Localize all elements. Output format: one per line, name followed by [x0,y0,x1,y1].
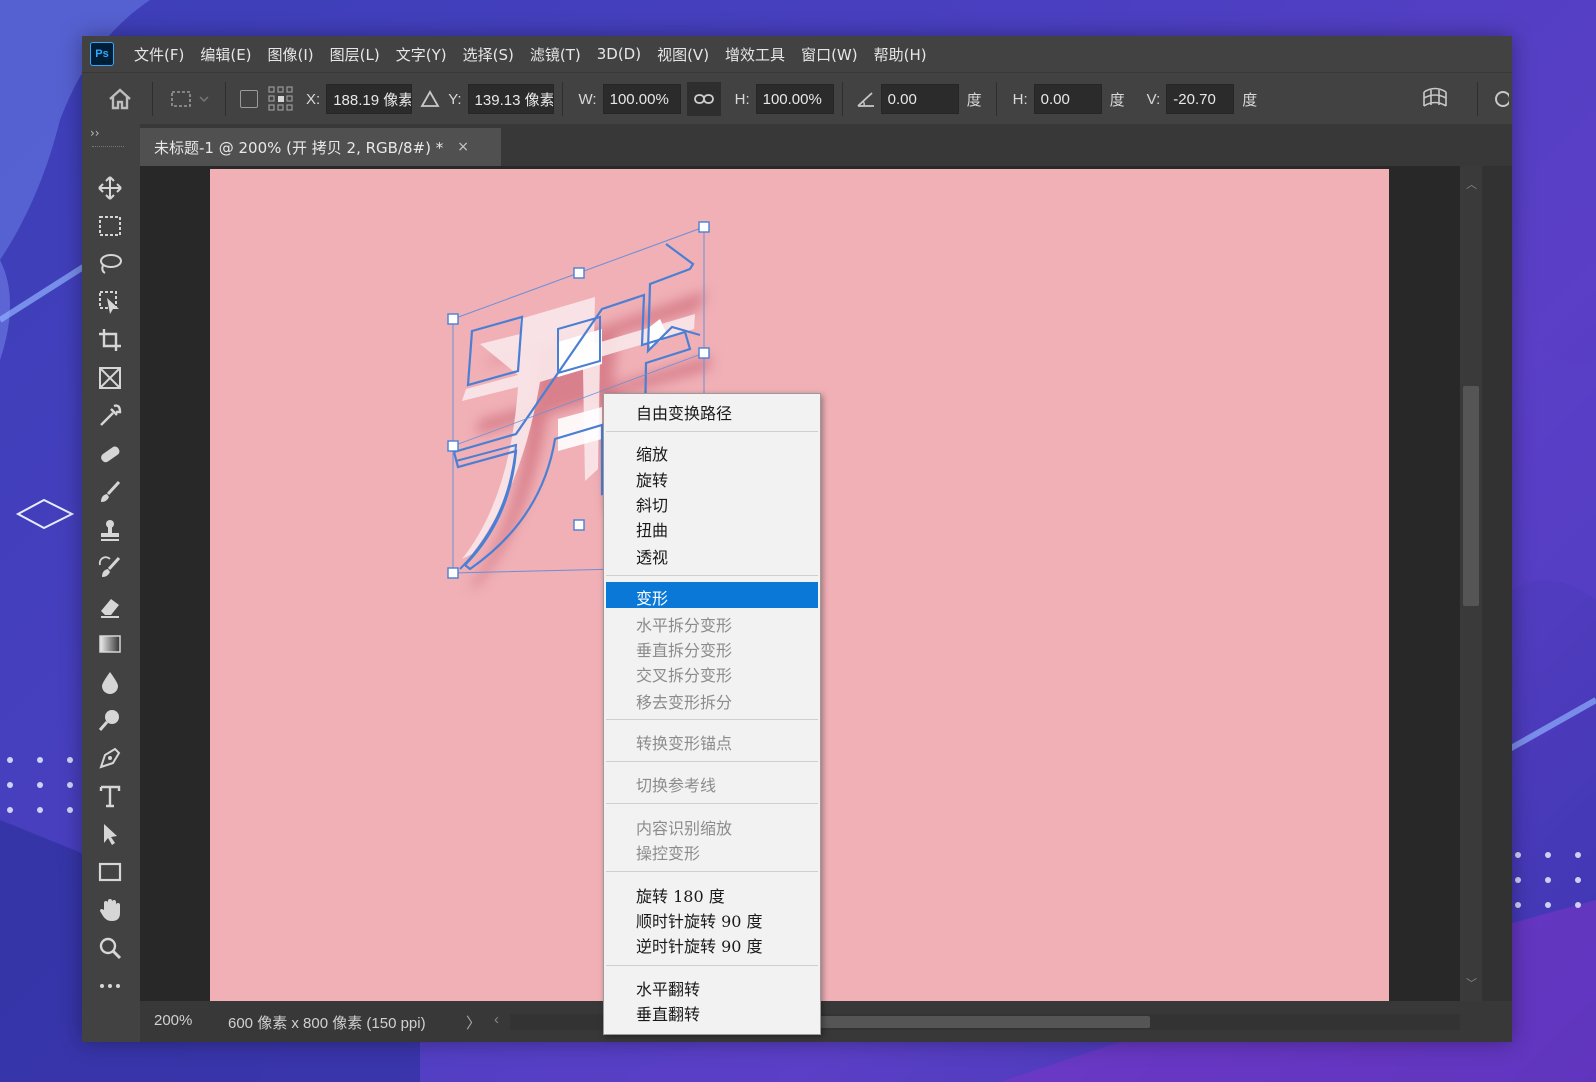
menu-plugins[interactable]: 增效工具 [717,44,793,65]
menu-item-remove-warp-split: 移去变形拆分 [636,693,733,712]
menu-item-scale[interactable]: 缩放 [636,441,668,465]
vertical-skew-input[interactable]: -20.70 [1166,84,1235,114]
y-position-input[interactable]: 139.13 像素 [467,84,554,114]
document-info: 600 像素 x 800 像素 (150 ppi) [228,1015,426,1032]
scroll-up-icon[interactable]: ︿ [1466,176,1477,192]
menu-3d[interactable]: 3D(D) [589,45,649,63]
path-select-tool-icon[interactable] [94,818,126,850]
scroll-down-icon[interactable]: ﹀ [1466,975,1477,991]
h-label: H: [734,90,750,108]
menu-item-toggle-guides: 切换参考线 [636,776,717,795]
cancel-transform-icon[interactable] [1486,89,1512,109]
rotate-angle-input[interactable]: 0.00 [880,84,959,114]
menu-window[interactable]: 窗口(W) [793,44,866,65]
menu-layer[interactable]: 图层(L) [322,44,388,65]
menu-item-free-transform-path[interactable]: 自由变换路径 [636,400,732,424]
collapse-panel-icon[interactable]: ›› [90,126,100,140]
document-tab[interactable]: 未标题-1 @ 200% (开 拷贝 2, RGB/8#) * × [140,128,501,166]
menu-item-split-warp-vertical: 垂直拆分变形 [636,641,733,660]
reference-point-checkbox[interactable] [234,90,264,108]
healing-brush-tool-icon[interactable] [94,438,126,470]
link-aspect-icon[interactable] [686,82,721,116]
lasso-tool-icon[interactable] [94,248,126,280]
w-label: W: [578,90,597,108]
zoom-level[interactable]: 200% [154,1012,192,1029]
menu-item-flip-vertical[interactable]: 垂直翻转 [636,1001,700,1025]
doc-info-menu-icon[interactable]: 〉 [466,1012,481,1033]
eyedropper-tool-icon[interactable] [94,400,126,432]
menu-item-rotate-90-cw[interactable]: 顺时针旋转 90 度 [636,908,763,932]
menu-item-split-warp-horizontal: 水平拆分变形 [636,616,733,635]
zoom-tool-icon[interactable] [94,932,126,964]
relative-position-icon[interactable] [412,90,448,108]
history-brush-tool-icon[interactable] [94,552,126,584]
height-input[interactable]: 100.00% [755,84,834,114]
menu-item-flip-horizontal[interactable]: 水平翻转 [636,976,700,1000]
x-label: X: [306,90,321,108]
menu-item-content-aware-scale: 内容识别缩放 [636,819,733,838]
pen-tool-icon[interactable] [94,742,126,774]
hskew-label: H: [1012,90,1028,108]
menu-item-warp[interactable]: 变形 [636,585,668,609]
horizontal-skew-input[interactable]: 0.00 [1033,84,1102,114]
menu-bar: Ps 文件(F) 编辑(E) 图像(I) 图层(L) 文字(Y) 选择(S) 滤… [82,36,1512,72]
menu-filter[interactable]: 滤镜(T) [522,44,589,65]
y-label: Y: [448,90,462,108]
tools-panel: ›› [82,124,141,1042]
menu-item-convert-warp-anchor: 转换变形锚点 [636,734,733,753]
hskew-unit: 度 [1109,91,1125,109]
menu-file[interactable]: 文件(F) [126,44,192,65]
dodge-tool-icon[interactable] [94,704,126,736]
rotate-angle-unit: 度 [966,91,982,109]
warp-mode-icon[interactable] [1415,86,1455,112]
scroll-left-icon[interactable]: ‹ [494,1011,499,1028]
vertical-scroll-thumb[interactable] [1463,386,1479,606]
hand-tool-icon[interactable] [94,894,126,926]
document-tab-bar: 未标题-1 @ 200% (开 拷贝 2, RGB/8#) * × [140,124,1512,166]
blur-tool-icon[interactable] [94,666,126,698]
type-tool-icon[interactable] [94,780,126,812]
vskew-label: V: [1146,90,1161,108]
menu-select[interactable]: 选择(S) [455,44,522,65]
reference-point-grid-icon[interactable] [264,85,298,113]
menu-item-puppet-warp: 操控变形 [636,844,701,863]
horizontal-scroll-thumb[interactable] [800,1016,1150,1028]
menu-item-rotate[interactable]: 旋转 [636,467,668,491]
transform-context-menu: 自由变换路径 缩放 旋转 斜切 扭曲 透视 变形 水平拆分变形 垂直拆分变形 交… [603,393,821,1035]
rotate-angle-icon [851,90,881,108]
menu-item-perspective[interactable]: 透视 [636,544,668,568]
document-tab-title: 未标题-1 @ 200% (开 拷贝 2, RGB/8#) * [154,138,444,157]
rectangle-tool-icon[interactable] [94,856,126,888]
home-icon[interactable] [96,87,144,111]
photoshop-logo-icon: Ps [90,42,114,66]
marquee-tool-icon[interactable] [94,210,126,242]
menu-type[interactable]: 文字(Y) [388,44,455,65]
x-position-input[interactable]: 188.19 像素 [326,84,413,114]
menu-help[interactable]: 帮助(H) [866,44,935,65]
gradient-tool-icon[interactable] [94,628,126,660]
vskew-unit: 度 [1242,91,1258,109]
vertical-scrollbar[interactable]: ︿ ﹀ [1460,166,1482,1001]
status-bar: 200% 600 像素 x 800 像素 (150 ppi) 〉 ‹ [140,1001,1512,1042]
eraser-tool-icon[interactable] [94,590,126,622]
menu-item-skew[interactable]: 斜切 [636,492,668,516]
menu-item-rotate-180[interactable]: 旋转 180 度 [636,883,725,907]
crop-tool-icon[interactable] [94,324,126,356]
close-tab-icon[interactable]: × [457,139,469,155]
menu-item-rotate-90-ccw[interactable]: 逆时针旋转 90 度 [636,933,763,957]
frame-tool-icon[interactable] [94,362,126,394]
menu-item-split-warp-crosswise: 交叉拆分变形 [636,666,733,685]
menu-view[interactable]: 视图(V) [649,44,717,65]
options-bar: X: 188.19 像素 Y: 139.13 像素 W: 100.00% H: … [82,72,1512,125]
more-tools-icon[interactable] [94,970,126,1002]
transform-tool-preset-icon[interactable] [161,87,217,111]
width-input[interactable]: 100.00% [602,84,681,114]
move-tool-icon[interactable] [94,172,126,204]
stamp-tool-icon[interactable] [94,514,126,546]
menu-item-distort[interactable]: 扭曲 [636,517,668,541]
menu-image[interactable]: 图像(I) [260,44,322,65]
object-select-tool-icon[interactable] [94,286,126,318]
brush-tool-icon[interactable] [94,476,126,508]
menu-edit[interactable]: 编辑(E) [192,44,259,65]
